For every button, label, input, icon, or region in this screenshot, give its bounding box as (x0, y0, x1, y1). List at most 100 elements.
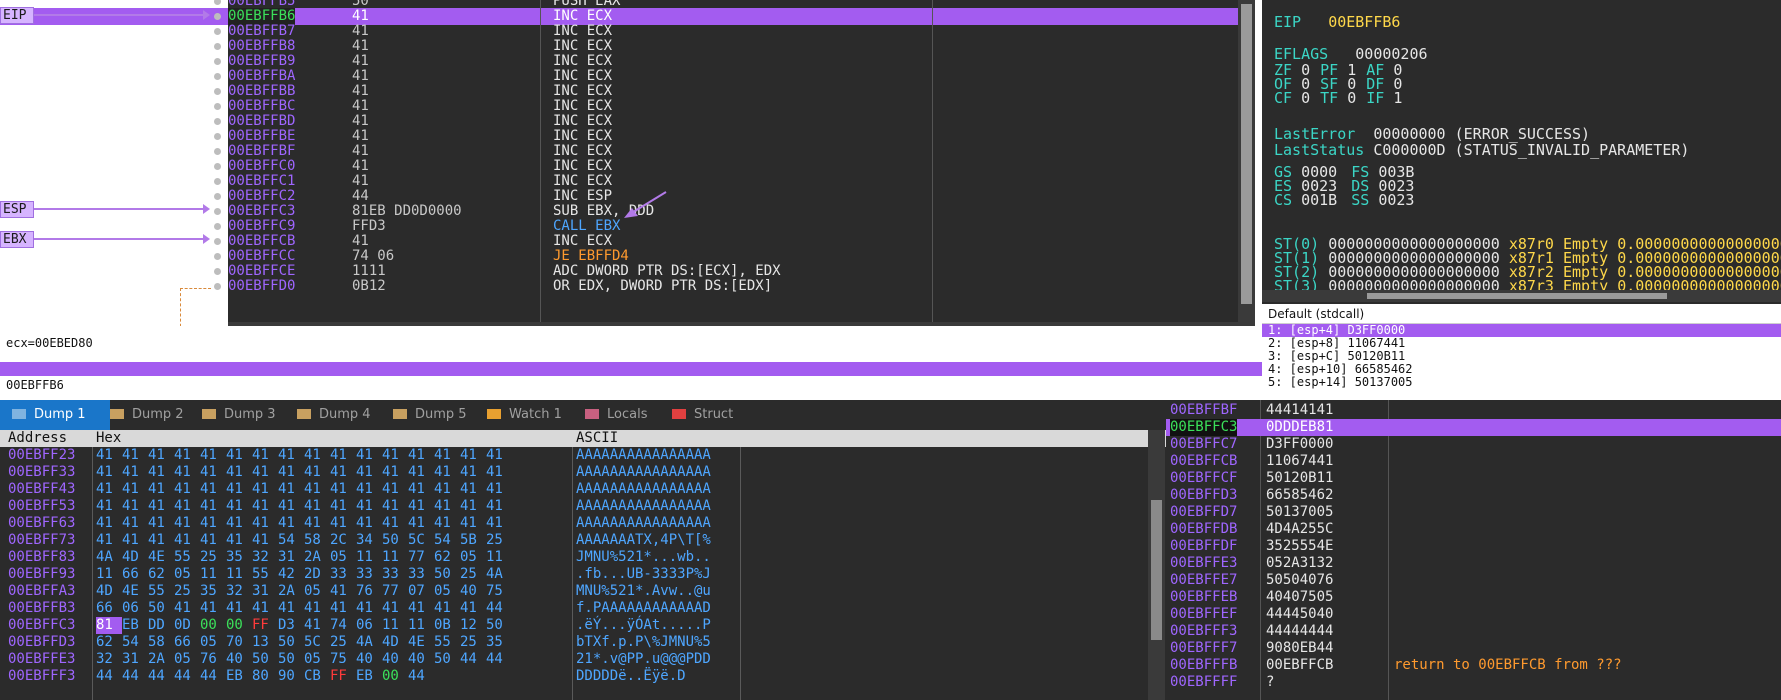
disassembly-scrollbar[interactable] (1238, 0, 1255, 326)
flag-item[interactable]: CF 0 (1274, 89, 1310, 107)
hex-byte[interactable]: 41 (122, 447, 148, 464)
hex-byte[interactable]: 5C (304, 634, 330, 651)
eip-register[interactable]: EIP 00EBFFB6 (1274, 14, 1400, 30)
stack-row[interactable]: 00EBFFD7 50137005 (1166, 504, 1781, 521)
hex-byte[interactable]: 05 (460, 549, 486, 566)
hex-byte[interactable]: 41 (96, 481, 122, 498)
hex-column-header[interactable]: Hex (96, 430, 121, 447)
hex-byte[interactable]: 25 (486, 532, 512, 549)
hex-byte[interactable]: 33 (330, 566, 356, 583)
hex-byte[interactable]: 41 (96, 515, 122, 532)
flag-item[interactable]: TF 0 (1320, 89, 1356, 107)
breakpoint-dot[interactable] (214, 28, 221, 35)
last-status[interactable]: LastStatus C000000D (STATUS_INVALID_PARA… (1274, 142, 1689, 158)
hex-byte[interactable]: 41 (330, 583, 356, 600)
disassembly-hscrollbar[interactable] (228, 322, 1238, 326)
hex-byte[interactable]: FF (252, 617, 278, 634)
tab-dump-1[interactable]: Dump 1 (0, 400, 110, 430)
call-arguments-panel[interactable]: Default (stdcall) 1: [esp+4] D3FF0000 2: … (1262, 306, 1781, 396)
hex-byte[interactable]: 41 (200, 532, 226, 549)
hex-byte[interactable]: 41 (304, 464, 330, 481)
stack-row[interactable]: 00EBFFCB 11067441 (1166, 453, 1781, 470)
hex-byte[interactable]: 42 (278, 566, 304, 583)
hex-byte[interactable]: 2C (330, 532, 356, 549)
tab-dump-5[interactable]: Dump 5 (381, 400, 487, 430)
hex-byte[interactable]: 41 (122, 498, 148, 515)
hex-byte[interactable]: 5C (408, 532, 434, 549)
hex-byte[interactable]: 11 (486, 549, 512, 566)
breakpoint-dot[interactable] (214, 88, 221, 95)
hex-byte[interactable]: 11 (356, 549, 382, 566)
hex-byte[interactable]: 41 (356, 464, 382, 481)
hex-byte[interactable]: 41 (434, 447, 460, 464)
hex-byte[interactable]: 25 (174, 583, 200, 600)
hex-byte[interactable]: 11 (226, 566, 252, 583)
ascii-column-header[interactable]: ASCII (576, 430, 618, 447)
hex-byte[interactable]: 41 (330, 464, 356, 481)
breakpoint-dot[interactable] (214, 178, 221, 185)
hex-byte[interactable]: 41 (434, 515, 460, 532)
hex-byte[interactable]: 41 (330, 515, 356, 532)
hex-byte[interactable]: 90 (278, 668, 304, 685)
hex-byte[interactable]: 62 (148, 566, 174, 583)
hex-byte[interactable]: 41 (408, 600, 434, 617)
hex-byte[interactable]: 41 (434, 481, 460, 498)
hex-byte[interactable]: 32 (96, 651, 122, 668)
hex-byte[interactable]: 41 (148, 464, 174, 481)
hex-byte[interactable]: 41 (486, 515, 512, 532)
hex-byte[interactable]: 41 (382, 498, 408, 515)
hex-byte[interactable]: DD (148, 617, 174, 634)
breakpoint-dot[interactable] (214, 208, 221, 215)
hex-byte[interactable]: 4D (122, 549, 148, 566)
stack-row[interactable]: 00EBFFF7 9080EB44 (1166, 640, 1781, 657)
hex-byte[interactable]: 41 (278, 498, 304, 515)
hex-byte[interactable]: 41 (226, 481, 252, 498)
hex-byte[interactable]: 2A (304, 549, 330, 566)
hex-byte[interactable]: 66 (96, 600, 122, 617)
breakpoint-dot[interactable] (214, 0, 221, 5)
hex-byte[interactable]: 33 (382, 566, 408, 583)
hex-byte[interactable]: 35 (486, 634, 512, 651)
dump-row[interactable]: 00EBFF53 41 41 41 41 41 41 41 41 41 41 41 41 41 41 41 41… (0, 498, 1150, 515)
hex-byte[interactable]: 4E (148, 549, 174, 566)
hex-byte[interactable]: 41 (356, 447, 382, 464)
hex-byte[interactable]: 44 (486, 651, 512, 668)
hex-byte[interactable]: 77 (408, 549, 434, 566)
hex-byte[interactable]: 41 (226, 532, 252, 549)
hex-byte[interactable]: 41 (382, 600, 408, 617)
hex-byte[interactable]: 33 (356, 566, 382, 583)
hex-byte[interactable]: 41 (460, 515, 486, 532)
hex-byte[interactable]: 41 (278, 447, 304, 464)
hex-byte[interactable]: 05 (304, 651, 330, 668)
hex-byte[interactable]: 41 (148, 447, 174, 464)
hex-byte[interactable]: 32 (226, 583, 252, 600)
hex-byte[interactable]: 40 (382, 651, 408, 668)
hex-byte[interactable]: 54 (122, 634, 148, 651)
hex-byte[interactable]: 44 (148, 668, 174, 685)
hex-byte[interactable]: 58 (304, 532, 330, 549)
hex-byte[interactable]: D3 (278, 617, 304, 634)
hex-byte[interactable]: 62 (434, 549, 460, 566)
hex-byte[interactable]: 11 (96, 566, 122, 583)
hex-byte[interactable]: 40 (356, 651, 382, 668)
hex-byte[interactable]: 55 (148, 583, 174, 600)
hex-byte[interactable]: 41 (252, 600, 278, 617)
stack-row[interactable]: 00EBFFF3 44444444 (1166, 623, 1781, 640)
hex-byte[interactable]: 4A (356, 634, 382, 651)
hex-byte[interactable]: 41 (252, 498, 278, 515)
stack-row[interactable]: 00EBFFE7 50504076 (1166, 572, 1781, 589)
address-column-header[interactable]: Address (8, 430, 67, 447)
hex-byte[interactable]: 33 (408, 566, 434, 583)
hex-byte[interactable]: 41 (460, 447, 486, 464)
hex-byte[interactable]: 11 (408, 617, 434, 634)
hex-byte[interactable]: 25 (460, 634, 486, 651)
tab-dump-2[interactable]: Dump 2 (98, 400, 202, 430)
tab-dump-3[interactable]: Dump 3 (190, 400, 297, 430)
hex-byte[interactable]: 41 (304, 600, 330, 617)
hex-byte[interactable]: 05 (174, 651, 200, 668)
hex-byte[interactable]: 41 (174, 498, 200, 515)
hex-byte[interactable]: 50 (278, 634, 304, 651)
hex-byte[interactable]: 50 (148, 600, 174, 617)
hex-byte[interactable]: 58 (148, 634, 174, 651)
hex-byte[interactable]: 55 (174, 549, 200, 566)
